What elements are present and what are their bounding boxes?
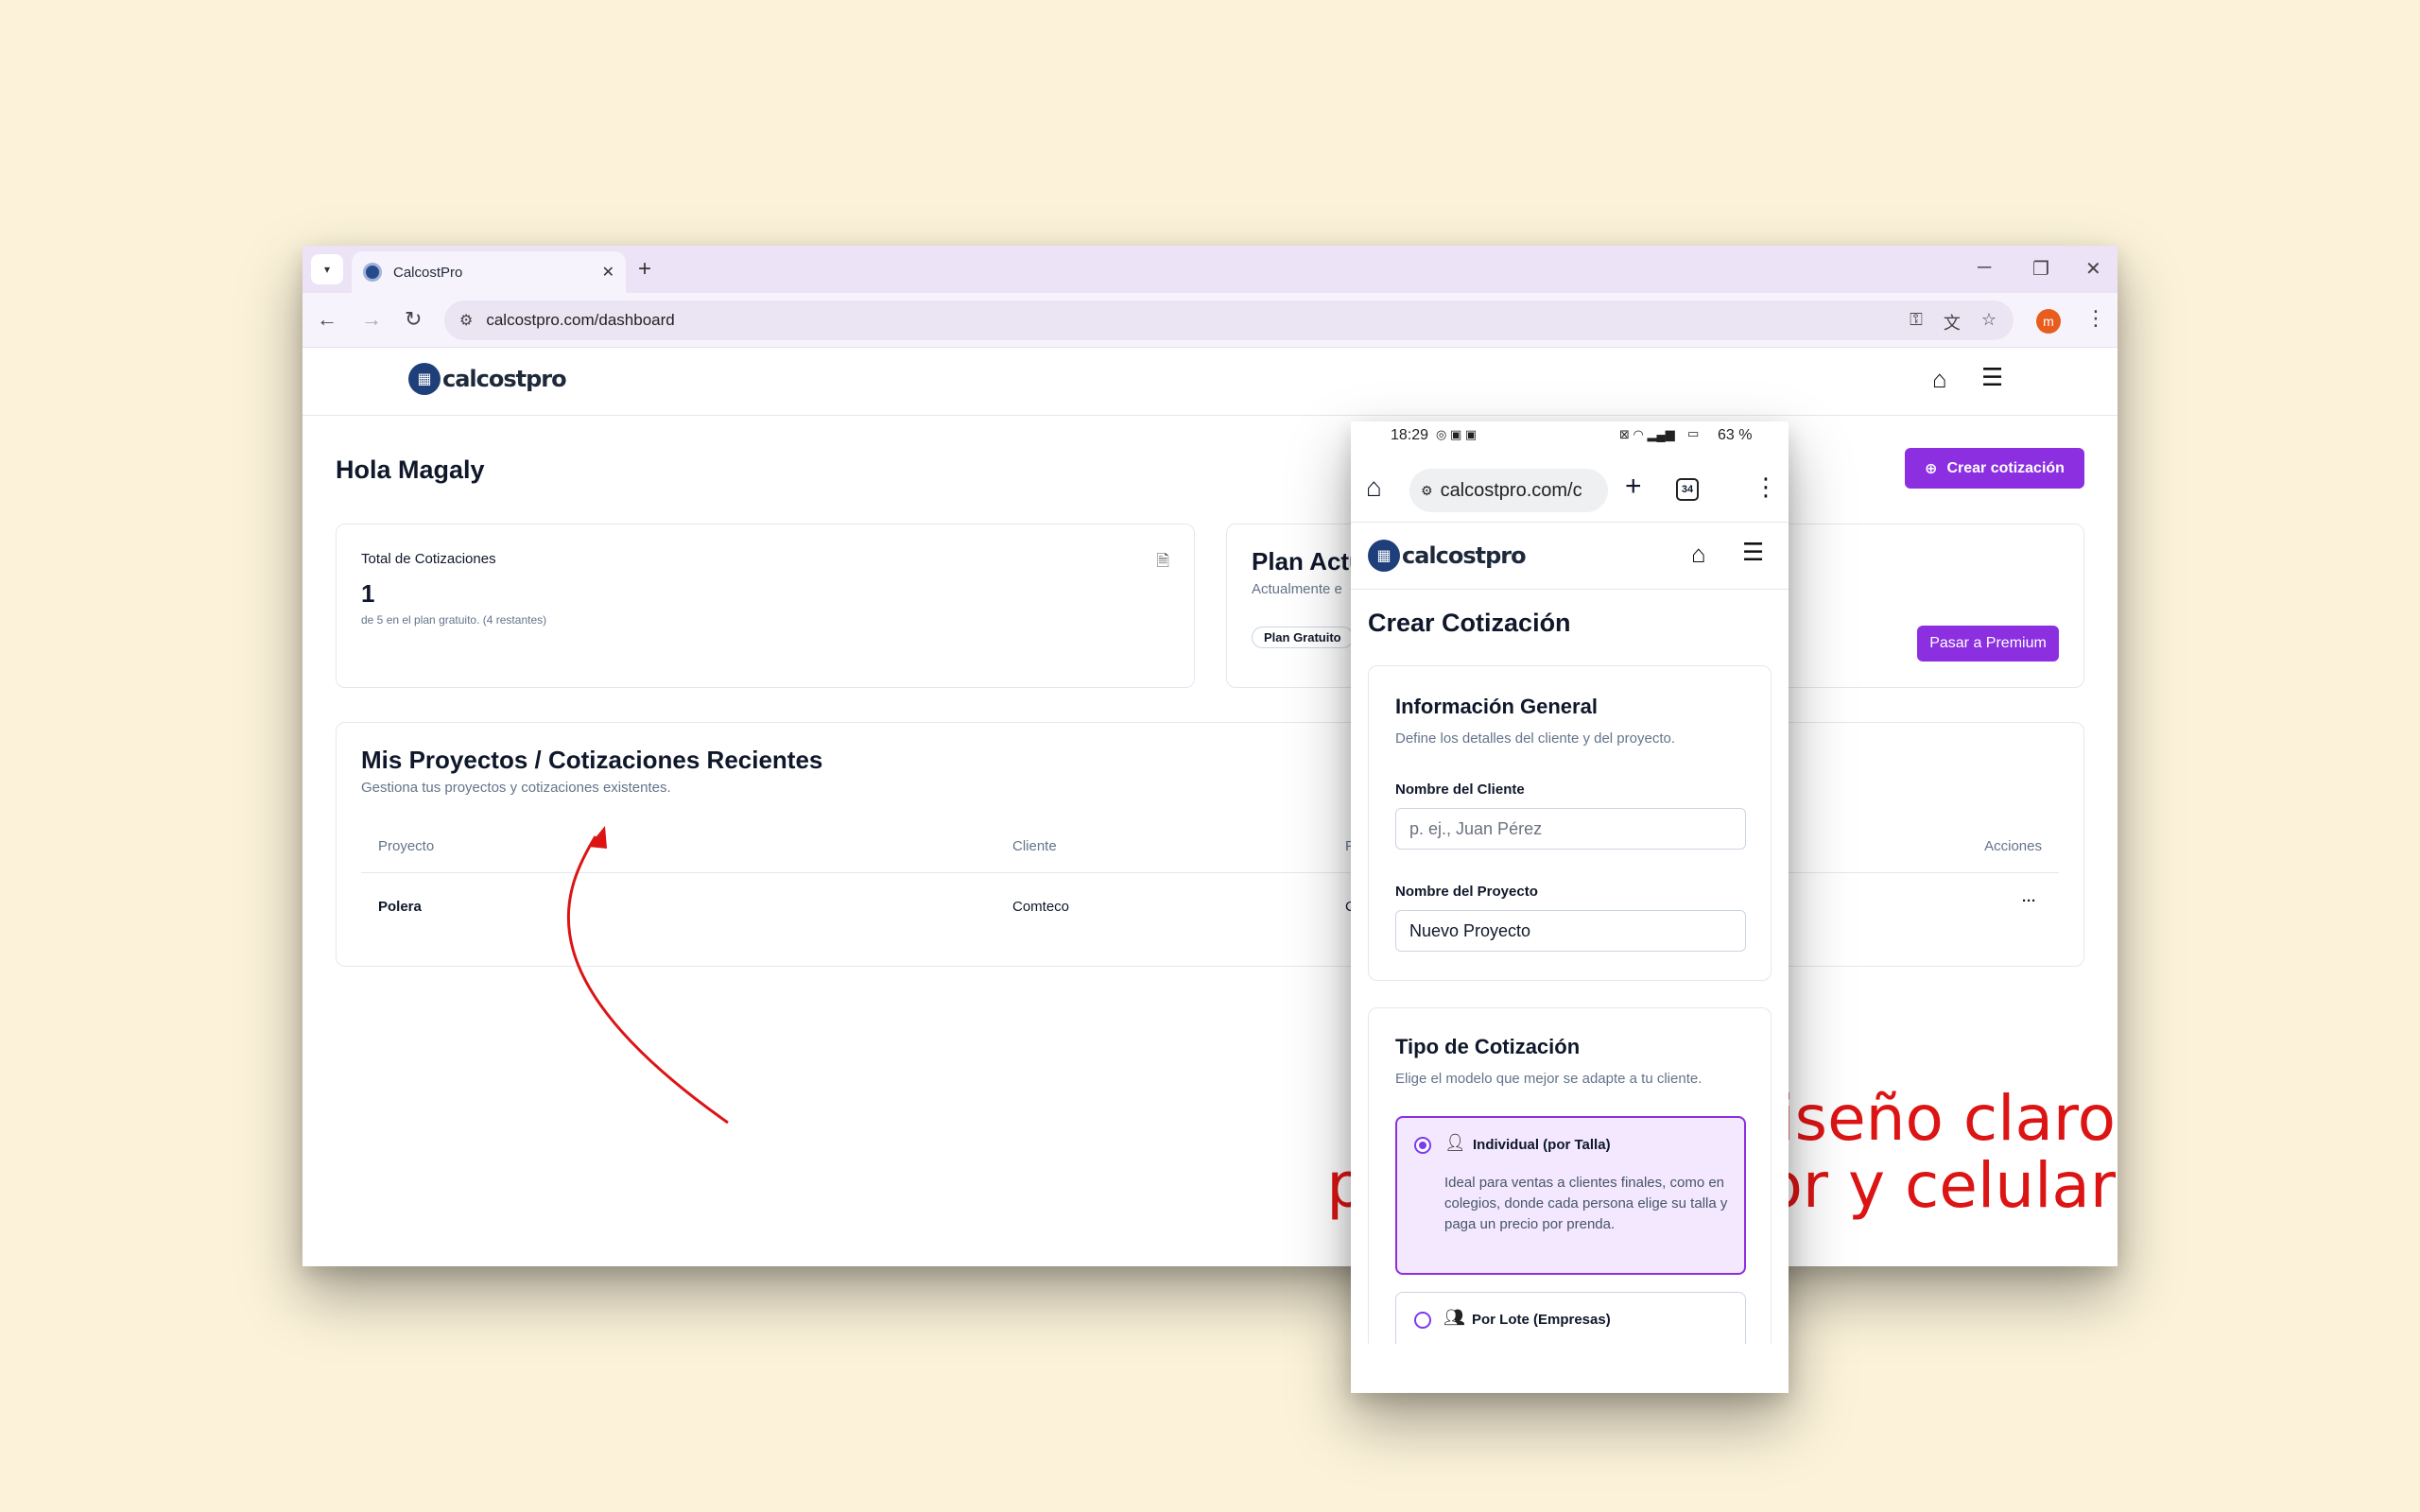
hamburger-menu-icon[interactable]: ☰ xyxy=(1742,538,1764,567)
table-header-divider xyxy=(361,872,2059,873)
recent-projects-card: Mis Proyectos / Cotizaciones Recientes G… xyxy=(336,722,2084,967)
create-quote-button[interactable]: ⊕ Crear cotización xyxy=(1905,448,2084,489)
client-name-input[interactable] xyxy=(1395,808,1746,850)
address-bar-actions: ⚿ 文 ☆ xyxy=(1910,310,1996,335)
tab-title: CalcostPro xyxy=(393,264,463,281)
row-proyecto: Polera xyxy=(378,899,422,915)
phone-status-bar: 18:29 ◎ ▣ ▣ ⊠ ◠ ▂▄▆ ▭ 63 % xyxy=(1351,421,1789,450)
plan-subtitle: Actualmente e xyxy=(1252,581,1342,597)
browser-menu-icon[interactable]: ⋮ xyxy=(1754,472,1778,502)
quote-type-subtitle: Elige el modelo que mejor se adapte a tu… xyxy=(1395,1071,1703,1087)
upgrade-premium-button[interactable]: Pasar a Premium xyxy=(1917,626,2059,662)
user-icon: 👤︎ xyxy=(1444,1133,1466,1152)
back-icon[interactable]: ← xyxy=(317,307,337,332)
column-header-proyecto: Proyecto xyxy=(378,838,435,854)
project-name-label: Nombre del Proyecto xyxy=(1395,884,1538,900)
home-icon[interactable]: ⌂ xyxy=(1366,472,1382,503)
notification-icons: ◎ ▣ ▣ xyxy=(1436,427,1478,441)
projects-title: Mis Proyectos / Cotizaciones Recientes xyxy=(361,746,823,774)
client-name-label: Nombre del Cliente xyxy=(1395,782,1525,798)
option-por-lote-label: Por Lote (Empresas) xyxy=(1472,1312,1611,1328)
bookmark-star-icon[interactable]: ☆ xyxy=(1981,310,1996,335)
row-cliente: Comteco xyxy=(1012,899,1070,915)
restore-window-icon[interactable]: ❐ xyxy=(2032,257,2049,281)
general-info-title: Información General xyxy=(1395,695,1598,718)
address-toolbar: ← → ↻ ⚙ calcostpro.com/dashboard ⚿ 文 ☆ m… xyxy=(302,293,2118,348)
close-tab-icon[interactable]: ✕ xyxy=(602,263,614,282)
logo-text: calcostpro xyxy=(442,366,567,392)
total-quotes-value: 1 xyxy=(361,579,375,608)
minimize-window-icon[interactable]: ─ xyxy=(1978,257,1991,279)
phone-browser-toolbar: ⌂ ⚙ calcostpro.com/c + 34 ⋮ xyxy=(1351,459,1789,522)
plus-circle-icon: ⊕ xyxy=(1925,460,1938,477)
column-header-cliente: Cliente xyxy=(1012,838,1057,854)
mobile-phone-screen: 18:29 ◎ ▣ ▣ ⊠ ◠ ▂▄▆ ▭ 63 % ⌂ ⚙ calcostpr… xyxy=(1351,421,1789,1393)
calculator-logo-icon: ▦ xyxy=(408,363,441,395)
address-bar[interactable]: ⚙ calcostpro.com/dashboard ⚿ 文 ☆ xyxy=(444,301,2014,340)
plan-badge: Plan Gratuito xyxy=(1252,627,1354,648)
plan-title: Plan Actu xyxy=(1252,547,1364,576)
signal-wifi-icons: ⊠ ◠ ▂▄▆ xyxy=(1619,427,1675,441)
chevron-down-icon: ▾ xyxy=(323,263,331,276)
option-individual-description: Ideal para ventas a clientes finales, co… xyxy=(1444,1175,1728,1232)
tab-strip: ▾ CalcostPro ✕ + ─ ❐ ✕ xyxy=(302,246,2118,293)
battery-icon: ▭ xyxy=(1687,426,1700,440)
phone-app-header: ▦ calcostpro ⌂ ☰ xyxy=(1351,522,1789,590)
column-header-acciones: Acciones xyxy=(1984,838,2042,854)
calculator-logo-icon: ▦ xyxy=(1368,540,1400,572)
row-actions-menu-button[interactable]: ··· xyxy=(2022,893,2036,909)
users-icon: 👥︎ xyxy=(1443,1308,1465,1327)
battery-level: 63 % xyxy=(1718,427,1753,443)
home-icon[interactable]: ⌂ xyxy=(1691,540,1706,569)
page-title: Crear Cotización xyxy=(1368,609,1571,637)
quote-type-card: Tipo de Cotización Elige el modelo que m… xyxy=(1368,1007,1772,1393)
phone-bottom-area xyxy=(1351,1344,1789,1393)
option-individual-label: Individual (por Talla) xyxy=(1473,1137,1611,1153)
phone-url: calcostpro.com/c xyxy=(1440,479,1582,501)
projects-subtitle: Gestiona tus proyectos y cotizaciones ex… xyxy=(361,780,671,796)
tab-search-dropdown-button[interactable]: ▾ xyxy=(311,254,343,284)
total-quotes-subtitle: de 5 en el plan gratuito. (4 restantes) xyxy=(361,613,547,627)
logo-text: calcostpro xyxy=(1402,542,1527,569)
greeting-heading: Hola Magaly xyxy=(336,455,485,484)
close-window-icon[interactable]: ✕ xyxy=(2085,257,2101,281)
radio-individual[interactable] xyxy=(1414,1137,1431,1154)
profile-avatar[interactable]: m xyxy=(2036,309,2061,334)
tab-count-button[interactable]: 34 xyxy=(1676,478,1699,501)
status-time: 18:29 xyxy=(1391,427,1429,443)
radio-selected-dot xyxy=(1419,1142,1426,1149)
site-settings-icon[interactable]: ⚙ xyxy=(459,311,473,330)
radio-por-lote[interactable] xyxy=(1414,1312,1431,1329)
browser-tab-calcostpro[interactable]: CalcostPro ✕ xyxy=(352,251,626,293)
forward-icon[interactable]: → xyxy=(361,307,382,332)
total-quotes-card: Total de Cotizaciones 🗎 1 de 5 en el pla… xyxy=(336,524,1195,688)
general-info-card: Información General Define los detalles … xyxy=(1368,665,1772,981)
reload-icon[interactable]: ↻ xyxy=(405,307,422,332)
site-settings-icon[interactable]: ⚙ xyxy=(1421,483,1433,499)
new-tab-icon[interactable]: + xyxy=(638,256,651,283)
new-tab-icon[interactable]: + xyxy=(1625,471,1642,503)
calcostpro-logo[interactable]: ▦ calcostpro xyxy=(408,363,567,395)
quote-type-title: Tipo de Cotización xyxy=(1395,1035,1581,1058)
create-quote-label: Crear cotización xyxy=(1946,459,2065,476)
app-header: ▦ calcostpro ⌂ ☰ xyxy=(302,348,2118,416)
password-key-icon[interactable]: ⚿ xyxy=(1910,310,1923,335)
document-icon: 🗎 xyxy=(1156,552,1169,570)
general-info-subtitle: Define los detalles del cliente y del pr… xyxy=(1395,730,1676,747)
phone-address-bar[interactable]: ⚙ calcostpro.com/c xyxy=(1409,469,1608,512)
address-bar-url: calcostpro.com/dashboard xyxy=(486,311,675,329)
calcostpro-logo[interactable]: ▦ calcostpro xyxy=(1368,540,1527,572)
project-name-input[interactable] xyxy=(1395,910,1746,952)
browser-menu-icon[interactable]: ⋮ xyxy=(2085,306,2106,331)
option-individual[interactable]: 👤︎ Individual (por Talla) Ideal para ven… xyxy=(1395,1116,1746,1275)
calcostpro-favicon-icon xyxy=(363,263,382,282)
desktop-browser-window: ▾ CalcostPro ✕ + ─ ❐ ✕ ← → ↻ ⚙ calcostpr… xyxy=(302,246,2118,1266)
total-quotes-title: Total de Cotizaciones xyxy=(361,551,496,567)
hamburger-menu-icon[interactable]: ☰ xyxy=(1981,363,2003,392)
translate-icon[interactable]: 文 xyxy=(1944,310,1961,335)
home-icon[interactable]: ⌂ xyxy=(1932,365,1947,394)
